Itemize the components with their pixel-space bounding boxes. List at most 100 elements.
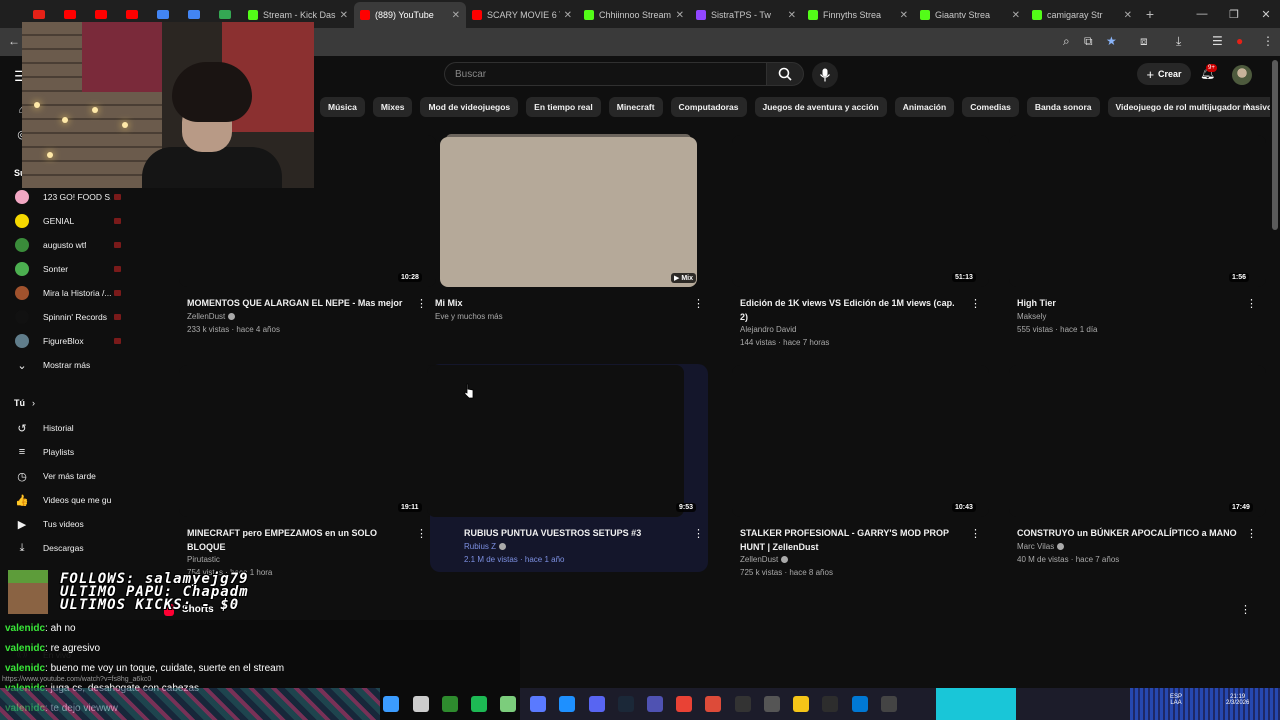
channel-name[interactable]: Alejandro David <box>740 325 796 334</box>
tab-close-icon[interactable]: ✕ <box>564 10 572 21</box>
channel-name[interactable]: Marc Vilas <box>1017 542 1065 551</box>
video-title[interactable]: RUBIUS PUNTUA VUESTROS SETUPS #3 <box>464 527 641 540</box>
subscription-item[interactable]: 123 GO! FOOD S... <box>0 186 140 208</box>
sidebar-item[interactable]: ◷ Ver más tarde <box>0 465 140 487</box>
capture-icon[interactable] <box>764 696 780 712</box>
discord-icon[interactable] <box>589 696 605 712</box>
video-title[interactable]: Mi Mix <box>435 297 463 310</box>
bookmark-star-icon[interactable]: ★ <box>1106 34 1117 48</box>
video-title[interactable]: Edición de 1K views VS Edición de 1M vie… <box>740 297 955 310</box>
subscription-item[interactable]: augusto wtf <box>0 234 140 256</box>
video-title[interactable]: STALKER PROFESIONAL - GARRY'S MOD PROP <box>740 527 949 540</box>
subscription-item[interactable]: Mira la Historia /... <box>0 282 140 304</box>
category-chip[interactable]: Música <box>320 97 365 117</box>
clock[interactable]: 21:19 2/3/2026 <box>1226 694 1249 706</box>
zoom-icon[interactable]: ⌕ <box>1063 34 1070 49</box>
video-title[interactable]: MOMENTOS QUE ALARGAN EL NEPE - Mas mejor <box>187 297 402 310</box>
edge-icon[interactable] <box>559 696 575 712</box>
you-heading[interactable]: Tú <box>14 398 25 408</box>
browser-tab[interactable]: Finnyths Strea ✕ <box>802 2 914 28</box>
more-actions-icon[interactable]: ⋮ <box>416 297 427 310</box>
browser-tab[interactable]: (889) YouTube ✕ <box>354 2 466 28</box>
category-chip[interactable]: Juegos de aventura y acción <box>754 97 887 117</box>
app-icon[interactable] <box>822 696 838 712</box>
tab-close-icon[interactable]: ✕ <box>900 10 908 21</box>
sidebar-item[interactable]: 👍 Videos que me gus... <box>0 489 140 511</box>
back-icon[interactable]: ← <box>8 34 20 48</box>
channel-name[interactable]: Pirutastic <box>187 555 220 564</box>
settings-icon[interactable] <box>881 696 897 712</box>
language-indicator[interactable]: ESP LAA <box>1170 694 1182 706</box>
category-chip[interactable]: Mod de videojuegos <box>420 97 519 117</box>
create-button[interactable]: + Crear <box>1137 63 1191 85</box>
app-icon[interactable] <box>530 696 546 712</box>
voice-search-button[interactable] <box>812 62 838 88</box>
explorer-icon[interactable] <box>793 696 809 712</box>
chrome-alt-icon[interactable] <box>705 696 721 712</box>
chevron-right-icon[interactable]: › <box>1246 100 1250 112</box>
obs-icon[interactable] <box>735 696 751 712</box>
minimize-icon[interactable]: — <box>1186 0 1218 28</box>
channel-name[interactable]: ZellenDust <box>187 312 236 321</box>
shorts-more-icon[interactable]: ⋮ <box>1240 603 1251 616</box>
tab-close-icon[interactable]: ✕ <box>1124 10 1132 21</box>
tab-close-icon[interactable]: ✕ <box>452 10 460 21</box>
video-title[interactable]: High Tier <box>1017 297 1056 310</box>
channel-name[interactable]: Maksely <box>1017 312 1046 321</box>
show-more-button[interactable]: ⌄ Mostrar más <box>0 354 140 376</box>
close-window-icon[interactable]: ✕ <box>1250 0 1280 28</box>
category-chip[interactable]: Animación <box>894 97 955 117</box>
account-avatar[interactable] <box>1232 65 1252 85</box>
channel-name[interactable]: Eve y muchos más <box>435 312 503 321</box>
xbox-icon[interactable] <box>442 696 458 712</box>
maximize-icon[interactable]: ❐ <box>1218 0 1250 28</box>
profile-icon[interactable]: ● <box>1236 34 1243 48</box>
chrome-icon[interactable] <box>676 696 692 712</box>
page-scrollbar[interactable] <box>1272 60 1278 230</box>
more-actions-icon[interactable]: ⋮ <box>1246 527 1257 540</box>
video-thumbnail[interactable] <box>1009 365 1266 517</box>
browser-tab[interactable]: Chhiinnoo Stream ✕ <box>578 2 690 28</box>
subscription-item[interactable]: GENIAL <box>0 210 140 232</box>
tab-close-icon[interactable]: ✕ <box>1012 10 1020 21</box>
browser-tab[interactable]: SCARY MOVIE 6 Tr ✕ <box>466 2 578 28</box>
install-icon[interactable]: ⧉ <box>1084 34 1093 49</box>
sidebar-item[interactable]: ▶ Tus videos <box>0 513 140 535</box>
subscription-item[interactable]: Spinnin' Records <box>0 306 140 328</box>
video-title[interactable]: CONSTRUYO un BÚNKER APOCALÍPTICO a MANO <box>1017 527 1237 540</box>
video-title[interactable]: BLOQUE <box>187 541 226 554</box>
search-button[interactable] <box>766 62 804 86</box>
video-title[interactable]: MINECRAFT pero EMPEZAMOS en un SOLO <box>187 527 377 540</box>
search-input[interactable]: Buscar <box>444 62 766 86</box>
category-chip[interactable]: Banda sonora <box>1026 97 1100 117</box>
download-icon[interactable]: ⤓ <box>1176 34 1181 49</box>
more-actions-icon[interactable]: ⋮ <box>693 527 704 540</box>
tab-close-icon[interactable]: ✕ <box>340 10 348 21</box>
category-chip[interactable]: Mixes <box>372 97 413 117</box>
mix-thumbnail[interactable] <box>440 137 697 287</box>
cast-icon[interactable]: ☰ <box>1212 34 1223 48</box>
video-title[interactable]: HUNT | ZellenDust <box>740 541 819 554</box>
tab-close-icon[interactable]: ✕ <box>788 10 796 21</box>
sidebar-item[interactable]: ⤓ Descargas <box>0 537 140 559</box>
windows-start-icon[interactable] <box>383 696 399 712</box>
video-thumbnail[interactable] <box>179 365 436 517</box>
video-thumbnail[interactable] <box>732 365 989 517</box>
tab-close-icon[interactable]: ✕ <box>676 10 684 21</box>
steam-icon[interactable] <box>618 696 634 712</box>
category-chip[interactable]: En tiempo real <box>526 97 601 117</box>
browser-tab[interactable]: SistraTPS - Tw ✕ <box>690 2 802 28</box>
category-chip[interactable]: Comedias <box>962 97 1019 117</box>
subscription-item[interactable]: Sonter <box>0 258 140 280</box>
teams-icon[interactable] <box>647 696 663 712</box>
new-tab-button[interactable]: + <box>1138 6 1162 22</box>
browser-menu-icon[interactable]: ⋮ <box>1262 34 1274 48</box>
more-actions-icon[interactable]: ⋮ <box>1246 297 1257 310</box>
sidebar-item[interactable]: ↺ Historial <box>0 417 140 439</box>
more-actions-icon[interactable]: ⋮ <box>970 527 981 540</box>
browser-tab[interactable]: camigaray Str ✕ <box>1026 2 1138 28</box>
extensions-icon[interactable]: ⧈ <box>1140 34 1148 49</box>
browser-tab[interactable]: Giaantv Strea ✕ <box>914 2 1026 28</box>
video-thumbnail[interactable] <box>732 135 989 287</box>
search-icon[interactable] <box>413 696 429 712</box>
